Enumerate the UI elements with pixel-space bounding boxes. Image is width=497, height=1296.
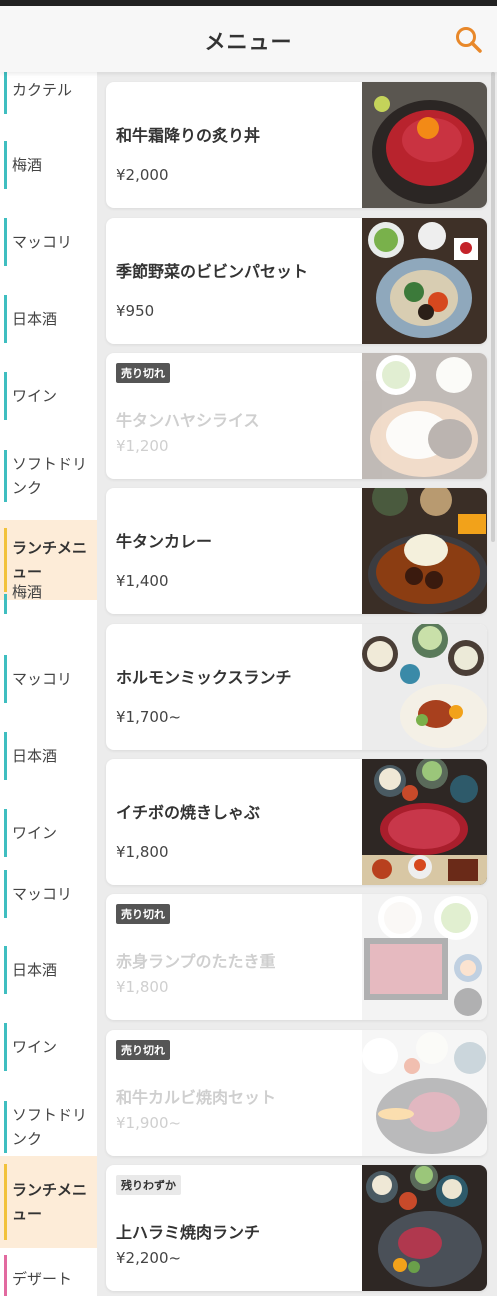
sidebar-item-label: ワイン (12, 387, 58, 405)
sidebar-item-label: 日本酒 (12, 747, 58, 765)
sidebar-item-indicator (4, 141, 7, 189)
menu-card[interactable]: ホルモンミックスランチ ¥1,700~ (106, 624, 487, 750)
menu-item-price: ¥950 (116, 302, 155, 320)
sidebar-item-indicator (4, 528, 7, 592)
sidebar-item-indicator (4, 870, 7, 918)
sidebar-item[interactable]: マッコリ (0, 862, 97, 926)
menu-card[interactable]: 和牛霜降りの炙り丼 ¥2,000 (106, 82, 487, 208)
menu-item-name: 上ハラミ焼肉ランチ (116, 1223, 261, 1242)
scrollbar[interactable] (491, 72, 495, 542)
soldout-badge: 売り切れ (116, 904, 170, 924)
sidebar-item-indicator (4, 295, 7, 343)
sidebar-item-label: 梅酒 (12, 583, 43, 601)
menu-item-price: ¥1,700~ (116, 708, 182, 726)
menu-item-price: ¥1,900~ (116, 1114, 182, 1132)
sidebar-item-indicator (4, 655, 7, 703)
sidebar-item-indicator (4, 1255, 7, 1296)
sidebar-item[interactable]: ソフトドリンク (0, 442, 97, 510)
menu-item-name: 牛タンカレー (116, 532, 213, 551)
sidebar-item-indicator (4, 372, 7, 420)
sidebar-item-label: 日本酒 (12, 961, 58, 979)
menu-item-photo (362, 1165, 487, 1291)
menu-card[interactable]: 売り切れ牛タンハヤシライス ¥1,200 (106, 353, 487, 479)
sidebar-item[interactable]: ランチメニュー (0, 1156, 97, 1248)
menu-card[interactable]: 売り切れ和牛カルビ焼肉セット ¥1,900~ (106, 1030, 487, 1156)
menu-item-photo (362, 82, 487, 208)
sidebar-item-indicator (4, 1164, 7, 1240)
menu-item-price: ¥1,800 (116, 843, 169, 861)
sidebar-item-label: ワイン (12, 824, 58, 842)
search-icon[interactable] (454, 25, 484, 55)
menu-card[interactable]: 牛タンカレー ¥1,400 (106, 488, 487, 614)
sidebar-item[interactable]: マッコリ (0, 647, 97, 711)
limited-stock-badge: 残りわずか (116, 1175, 181, 1195)
menu-item-photo (362, 759, 487, 885)
sidebar-item-label: 日本酒 (12, 310, 58, 328)
menu-item-name: 季節野菜のビビンパセット (116, 262, 309, 281)
menu-item-name: 和牛カルビ焼肉セット (116, 1088, 277, 1107)
app-header: メニュー (0, 6, 497, 72)
sidebar-item-indicator (4, 218, 7, 266)
menu-card[interactable]: イチボの焼きしゃぶ ¥1,800 (106, 759, 487, 885)
sidebar-item-indicator (4, 450, 7, 502)
soldout-badge: 売り切れ (116, 1040, 170, 1060)
sidebar-item-label: 梅酒 (12, 156, 43, 174)
sidebar-item[interactable]: ワイン (0, 801, 97, 865)
sidebar-item[interactable]: 日本酒 (0, 287, 97, 351)
sidebar-item[interactable]: 梅酒 (0, 133, 97, 197)
sidebar-item-label: ソフトドリンク (12, 1106, 88, 1148)
sidebar-item[interactable]: マッコリ (0, 210, 97, 274)
menu-item-photo (362, 1030, 487, 1156)
sidebar-item[interactable]: カクテル (0, 72, 97, 122)
sidebar-item-indicator (4, 1101, 7, 1153)
sidebar-item-label: ワイン (12, 1038, 58, 1056)
sidebar-item[interactable]: ワイン (0, 1015, 97, 1079)
menu-item-photo (362, 488, 487, 614)
sidebar-item-indicator (4, 809, 7, 857)
menu-item-name: 牛タンハヤシライス (116, 411, 260, 430)
sidebar-item-label: カクテル (12, 81, 73, 99)
sidebar-item[interactable]: 日本酒 (0, 938, 97, 1002)
soldout-badge: 売り切れ (116, 363, 170, 383)
sidebar-item-indicator (4, 72, 7, 114)
menu-item-photo (362, 353, 487, 479)
page-title: メニュー (204, 30, 293, 54)
menu-item-name: 和牛霜降りの炙り丼 (116, 126, 261, 145)
sidebar-item[interactable]: ワイン (0, 364, 97, 428)
sidebar-item-label: デザート (12, 1270, 73, 1288)
menu-item-photo (362, 218, 487, 344)
menu-item-price: ¥1,200 (116, 437, 169, 455)
menu-card[interactable]: 季節野菜のビビンパセット ¥950 (106, 218, 487, 344)
sidebar-item[interactable]: 梅酒 (0, 583, 97, 622)
menu-item-name: イチボの焼きしゃぶ (116, 803, 261, 822)
menu-list: 和牛霜降りの炙り丼 ¥2,000 季節野菜のビビンパセット ¥950 売り切れ 牛タンハヤ… (97, 72, 497, 1296)
menu-item-name: 赤身ランプのたたき重 (116, 952, 276, 971)
sidebar-item[interactable]: 日本酒 (0, 724, 97, 788)
menu-item-price: ¥1,800 (116, 978, 169, 996)
sidebar-item-indicator (4, 946, 7, 994)
sidebar-item-label: ランチメニュー (12, 1181, 88, 1223)
sidebar-item[interactable]: ソフトドリンク (0, 1093, 97, 1161)
sidebar-item-indicator (4, 732, 7, 780)
sidebar-item[interactable]: デザート (0, 1247, 97, 1296)
sidebar-item-label: ランチメニュー (12, 539, 88, 581)
sidebar-item-indicator (4, 594, 7, 614)
menu-item-name: ホルモンミックスランチ (116, 668, 292, 687)
menu-item-price: ¥2,200~ (116, 1249, 182, 1267)
menu-item-price: ¥2,000 (116, 166, 169, 184)
sidebar-item-label: ソフトドリンク (12, 455, 88, 497)
category-sidebar[interactable]: カクテル 梅酒 マッコリ 日本酒 ワイン ソフトドリンク ランチメニュー 梅酒 マッコリ 日本酒ワ… (0, 72, 97, 1296)
menu-item-price: ¥1,400 (116, 572, 169, 590)
sidebar-item-label: マッコリ (12, 885, 73, 903)
sidebar-item-label: マッコリ (12, 670, 73, 688)
menu-item-photo (362, 894, 487, 1020)
menu-item-photo (362, 624, 487, 750)
sidebar-item-label: マッコリ (12, 233, 73, 251)
menu-card[interactable]: 売り切れ赤身ランプのたたき重 ¥1,800 (106, 894, 487, 1020)
sidebar-item-indicator (4, 1023, 7, 1071)
menu-card[interactable]: 残りわずか上ハラミ焼肉ランチ ¥2,200~ (106, 1165, 487, 1291)
